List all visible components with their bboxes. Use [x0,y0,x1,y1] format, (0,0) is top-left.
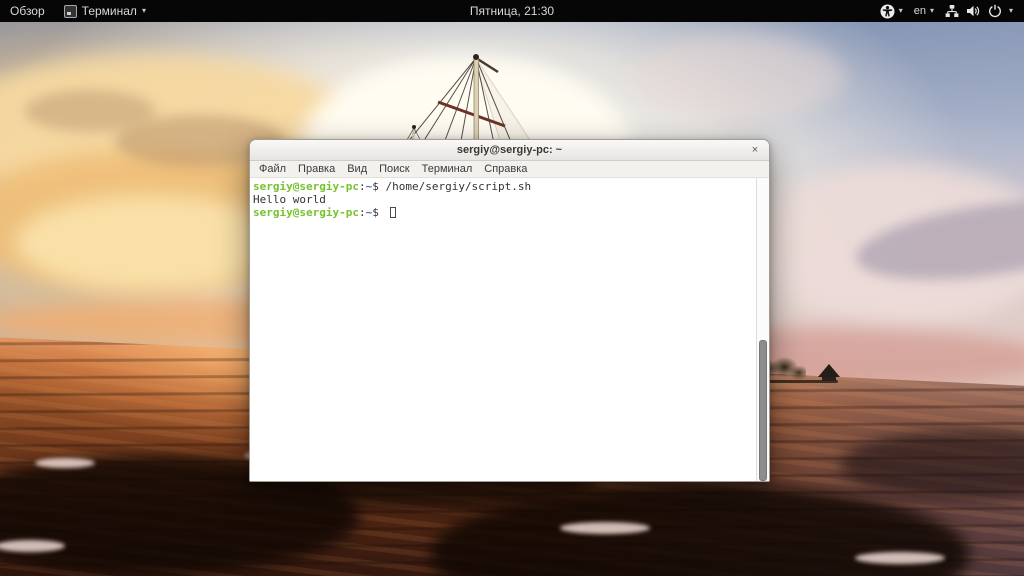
hut-icon [818,364,840,377]
terminal-cursor [390,207,396,218]
terminal-window: sergiy@sergiy-pc: ~ × Файл Правка Вид По… [249,139,770,482]
sailboat-mast [385,20,615,155]
power-icon [988,4,1002,18]
clock-label: Пятница, 21:30 [470,4,554,18]
terminal-line: Hello world [253,193,753,206]
menu-item-search[interactable]: Поиск [373,161,415,177]
prompt-colon: : [359,206,366,219]
keyboard-layout-label: en [914,5,926,17]
keyboard-layout-menu[interactable]: en ▾ [914,0,934,22]
cloud [25,90,155,132]
cloud [635,35,845,120]
top-bar-left: Обзор Терминал ▾ [0,0,155,22]
prompt-dollar: $ [372,180,385,193]
wave-foam [855,552,945,564]
cloud [15,195,285,290]
prompt-dollar: $ [372,206,385,219]
network-wired-icon [945,4,959,18]
chevron-down-icon: ▾ [899,7,903,15]
chevron-down-icon: ▾ [1009,7,1013,15]
command-text: /home/sergiy/script.sh [385,180,531,193]
scrollbar-thumb[interactable] [759,340,767,481]
terminal-line: sergiy@sergiy-pc:~$ [253,206,753,219]
volume-icon [966,4,981,18]
prompt-user: sergiy@sergiy-pc [253,180,359,193]
activities-button[interactable]: Обзор [0,0,55,22]
terminal-line: sergiy@sergiy-pc:~$ /home/sergiy/script.… [253,180,753,193]
window-titlebar[interactable]: sergiy@sergiy-pc: ~ × [250,140,769,161]
system-status-menu[interactable]: ▾ [945,0,1013,22]
menu-item-edit[interactable]: Правка [292,161,341,177]
wave-foam [35,458,95,468]
terminal-content[interactable]: sergiy@sergiy-pc:~$ /home/sergiy/script.… [250,178,769,481]
terminal-icon [64,5,77,18]
top-bar-right: ▾ en ▾ ▾ [880,0,1024,22]
top-bar: Обзор Терминал ▾ Пятница, 21:30 ▾ en ▾ [0,0,1024,22]
app-menu-label: Терминал [82,4,137,18]
prompt-user: sergiy@sergiy-pc [253,206,359,219]
island [758,352,853,388]
app-menu-button[interactable]: Терминал ▾ [55,0,155,22]
menu-bar: Файл Правка Вид Поиск Терминал Справка [250,161,769,178]
scrollbar[interactable] [756,178,769,481]
menu-item-help[interactable]: Справка [478,161,533,177]
prompt-colon: : [359,180,366,193]
hut-icon [822,377,836,381]
clock-button[interactable]: Пятница, 21:30 [470,0,554,22]
menu-item-terminal[interactable]: Терминал [416,161,479,177]
window-title: sergiy@sergiy-pc: ~ [457,144,562,156]
chevron-down-icon: ▾ [930,7,934,15]
wave-foam [560,522,650,534]
close-button[interactable]: × [748,143,762,157]
accessibility-menu[interactable]: ▾ [880,0,903,22]
accessibility-icon [880,4,895,19]
activities-label: Обзор [10,4,45,18]
menu-item-file[interactable]: Файл [253,161,292,177]
chevron-down-icon: ▾ [142,7,146,15]
menu-item-view[interactable]: Вид [341,161,373,177]
output-text: Hello world [253,193,326,206]
